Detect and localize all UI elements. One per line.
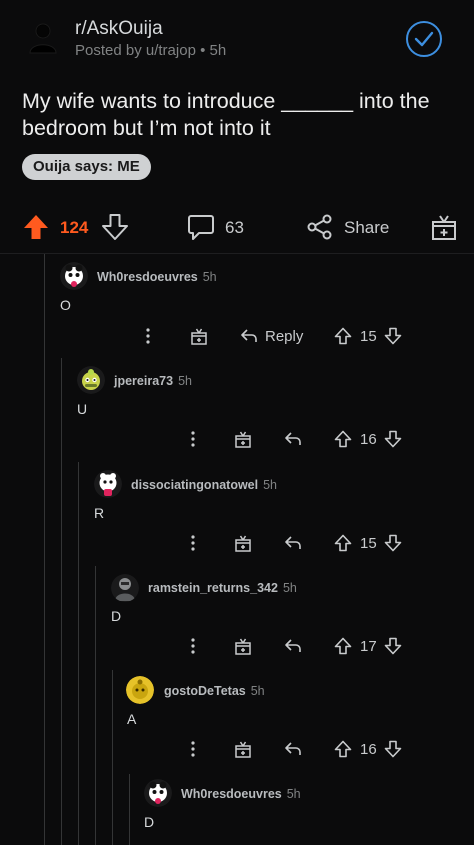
- award-icon[interactable]: [234, 637, 252, 660]
- comment-score: 15: [360, 535, 377, 552]
- upvote-icon[interactable]: [334, 740, 352, 763]
- user-avatar-icon[interactable]: [126, 676, 154, 704]
- reply-icon[interactable]: [284, 740, 302, 763]
- subreddit-name[interactable]: r/AskOuija: [75, 18, 163, 40]
- reply-button[interactable]: Reply: [265, 328, 303, 345]
- comment-body: R: [94, 505, 105, 521]
- post-time: 5h: [209, 42, 227, 59]
- post-meta: Posted by u/trajop • 5h: [75, 42, 226, 59]
- downvote-icon[interactable]: [384, 740, 402, 763]
- comment-username[interactable]: Wh0resdoeuvres: [181, 787, 282, 801]
- thread-line: [95, 566, 96, 845]
- downvote-icon[interactable]: [384, 637, 402, 660]
- reply-icon[interactable]: [284, 637, 302, 660]
- share-button[interactable]: Share: [344, 218, 389, 238]
- comment-username[interactable]: ramstein_returns_342: [148, 581, 278, 595]
- reply-icon[interactable]: [284, 430, 302, 453]
- comment-count[interactable]: 63: [225, 218, 244, 238]
- subreddit-avatar-icon[interactable]: [28, 22, 58, 54]
- more-options-icon[interactable]: [185, 739, 201, 764]
- comment-time: 5h: [282, 581, 297, 595]
- more-options-icon[interactable]: [185, 533, 201, 558]
- thread-line: [112, 670, 113, 845]
- thread-line: [129, 774, 130, 845]
- more-options-icon[interactable]: [140, 326, 156, 351]
- comment-body: D: [144, 814, 155, 830]
- user-avatar-icon[interactable]: [60, 262, 88, 290]
- comment-time: 5h: [202, 270, 217, 284]
- comment-username[interactable]: jpereira73: [114, 374, 173, 388]
- comment-time: 5h: [263, 478, 278, 492]
- comment-score: 17: [360, 638, 377, 655]
- posted-by[interactable]: Posted by u/trajop: [75, 42, 196, 59]
- comment-time: 5h: [178, 374, 192, 388]
- upvote-icon[interactable]: [22, 213, 50, 246]
- downvote-icon[interactable]: [384, 534, 402, 557]
- comment-score: 16: [360, 741, 377, 758]
- upvote-icon[interactable]: [334, 637, 352, 660]
- downvote-icon[interactable]: [384, 327, 402, 350]
- post-score: 124: [60, 218, 89, 237]
- post-divider: [0, 253, 474, 254]
- meta-dot: •: [200, 42, 206, 59]
- user-avatar-icon[interactable]: [144, 779, 172, 807]
- upvote-icon[interactable]: [334, 430, 352, 453]
- comment-score: 15: [360, 328, 377, 345]
- thread-line: [61, 358, 62, 845]
- more-options-icon[interactable]: [185, 636, 201, 661]
- award-icon[interactable]: [190, 327, 208, 350]
- downvote-icon[interactable]: [101, 213, 129, 246]
- downvote-icon[interactable]: [384, 430, 402, 453]
- comment-score: 16: [360, 431, 377, 448]
- comment-username[interactable]: gostoDeTetas: [164, 684, 246, 698]
- award-icon[interactable]: [234, 430, 252, 453]
- comment-icon[interactable]: [187, 213, 215, 246]
- comment-username[interactable]: Wh0resdoeuvres: [97, 270, 198, 284]
- user-avatar-icon[interactable]: [111, 574, 139, 602]
- comment-time: 5h: [250, 684, 265, 698]
- reply-icon[interactable]: [240, 327, 258, 350]
- comment-time: 5h: [286, 787, 301, 801]
- upvote-icon[interactable]: [334, 327, 352, 350]
- post-flair[interactable]: Ouija says: ME: [22, 154, 151, 180]
- joined-check-button[interactable]: [406, 21, 442, 57]
- award-icon[interactable]: [234, 740, 252, 763]
- award-icon[interactable]: [430, 213, 458, 246]
- thread-line: [44, 254, 45, 845]
- thread-line: [78, 462, 79, 845]
- check-icon: [414, 31, 434, 47]
- comment-body: D: [111, 608, 122, 624]
- award-icon[interactable]: [234, 534, 252, 557]
- reply-icon[interactable]: [284, 534, 302, 557]
- upvote-icon[interactable]: [334, 534, 352, 557]
- comment-body: A: [127, 711, 137, 727]
- more-options-icon[interactable]: [185, 429, 201, 454]
- user-avatar-icon[interactable]: [77, 366, 105, 394]
- share-icon[interactable]: [306, 213, 334, 246]
- post-title[interactable]: My wife wants to introduce ______ into t…: [22, 88, 452, 142]
- comment-body: U: [77, 401, 88, 417]
- comment-body: O: [60, 297, 71, 313]
- user-avatar-icon[interactable]: [94, 470, 122, 498]
- comment-username[interactable]: dissociatingonatowel: [131, 478, 258, 492]
